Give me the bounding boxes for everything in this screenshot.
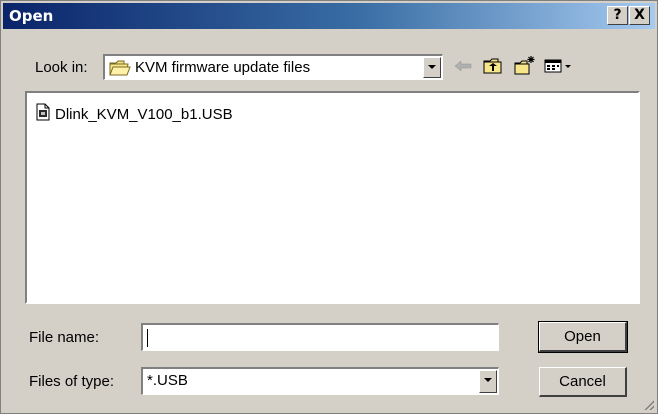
new-folder-icon[interactable] [511, 53, 539, 79]
file-type-combo[interactable]: *.USB [141, 367, 499, 395]
back-arrow-icon[interactable] [449, 53, 477, 79]
text-caret [147, 329, 148, 347]
file-list[interactable]: Dlink_KVM_V100_b1.USB [25, 91, 640, 304]
chevron-down-icon[interactable] [479, 370, 497, 393]
list-item[interactable]: Dlink_KVM_V100_b1.USB [35, 103, 233, 125]
file-type-value: *.USB [147, 372, 188, 389]
file-icon [35, 103, 51, 125]
dialog-title: Open [9, 7, 54, 25]
chevron-down-icon[interactable] [423, 57, 441, 78]
view-menu-icon[interactable] [541, 53, 577, 79]
file-name-input[interactable] [141, 323, 499, 351]
file-name-label: File name: [29, 329, 100, 346]
open-dialog: Open ? X Look in: KVM firmware update fi… [0, 0, 658, 414]
title-bar[interactable]: Open ? X [3, 3, 655, 29]
cancel-button[interactable]: Cancel [539, 367, 627, 397]
close-button[interactable]: X [629, 6, 650, 25]
file-type-label: Files of type: [29, 373, 115, 390]
look-in-label: Look in: [35, 59, 88, 76]
open-button[interactable]: Open [538, 321, 628, 353]
help-button[interactable]: ? [607, 6, 628, 25]
resize-grip-icon[interactable] [642, 398, 654, 410]
file-name: Dlink_KVM_V100_b1.USB [55, 105, 233, 123]
look-in-combo[interactable]: KVM firmware update files [103, 54, 443, 80]
look-in-value: KVM firmware update files [135, 59, 311, 76]
folder-icon [109, 59, 131, 81]
up-folder-icon[interactable] [479, 53, 507, 79]
